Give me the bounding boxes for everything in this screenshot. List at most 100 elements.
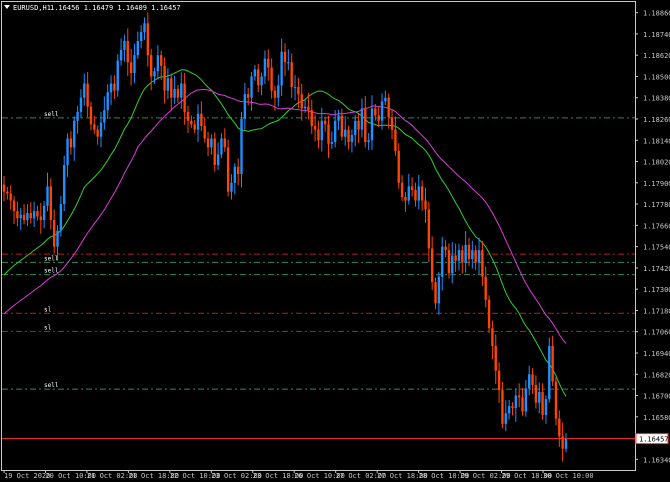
candle — [367, 133, 370, 151]
candle-body — [444, 246, 447, 251]
candle-body — [123, 41, 126, 50]
candle-body — [2, 184, 6, 192]
candle — [548, 337, 551, 403]
candle-body — [364, 108, 367, 143]
candle — [481, 241, 484, 286]
candle-body — [447, 250, 451, 274]
chevron-down-icon[interactable] — [4, 5, 10, 9]
candle — [230, 174, 233, 200]
candle — [491, 320, 494, 360]
candle — [76, 105, 79, 134]
candle-body — [544, 399, 548, 416]
candle — [226, 139, 230, 197]
candle — [96, 125, 99, 145]
candle-body — [49, 186, 53, 221]
candle-body — [273, 90, 277, 98]
price-tick-label: 1.17660 — [643, 222, 670, 230]
candle-body — [414, 189, 417, 201]
candle — [49, 178, 53, 230]
candle — [19, 208, 22, 231]
candle — [109, 75, 113, 105]
candle — [113, 75, 116, 99]
time-tick-label: 19 Oct 2020 — [4, 472, 50, 480]
chart-window[interactable]: sell sell sell sl sl sell 1.16457 1.18860 1.18… — [0, 0, 670, 482]
candle — [313, 114, 317, 142]
chart-canvas[interactable]: sellsellsellslslsell 1.16457 1.188601.18… — [0, 0, 670, 482]
candle — [300, 83, 303, 121]
candle — [377, 106, 380, 127]
candle — [487, 295, 491, 334]
candle-body — [558, 418, 561, 437]
candle-body — [461, 250, 464, 263]
candle-body — [330, 142, 334, 144]
candle-body — [16, 211, 19, 219]
time-axis: 19 Oct 202020 Oct 10:0021 Oct 02:0021 Oc… — [3, 470, 594, 480]
ma-fast-line[interactable] — [3, 69, 567, 397]
candle-body — [99, 122, 103, 137]
candle-body — [347, 129, 350, 143]
candle — [524, 379, 528, 417]
candle-body — [340, 115, 344, 137]
candle — [354, 114, 357, 147]
candle — [504, 400, 507, 432]
candle-body — [471, 250, 474, 260]
candle — [538, 382, 541, 414]
candle-body — [139, 32, 143, 41]
candle — [196, 104, 200, 143]
candle-body — [26, 212, 29, 221]
candle — [283, 43, 287, 77]
candle — [180, 72, 183, 109]
candle-body — [203, 126, 206, 139]
candle-body — [350, 134, 354, 143]
candle — [119, 38, 123, 66]
candle — [444, 240, 447, 258]
candle — [507, 399, 511, 420]
candle — [464, 231, 467, 273]
candle — [136, 31, 140, 59]
candle-body — [437, 276, 441, 304]
candle — [270, 58, 273, 99]
candle-body — [360, 108, 364, 130]
candle-body — [541, 392, 544, 416]
candle-body — [407, 186, 410, 201]
candle-body — [170, 78, 173, 98]
candle-body — [451, 255, 454, 274]
candle-body — [387, 97, 390, 118]
candle — [454, 243, 457, 272]
candle — [126, 28, 129, 77]
candle — [387, 93, 390, 129]
candle — [337, 109, 340, 130]
candle — [561, 422, 564, 462]
candle-body — [160, 55, 163, 66]
candle-body — [384, 97, 387, 102]
candle — [323, 116, 327, 132]
candle — [220, 133, 223, 159]
candle-body — [66, 138, 69, 166]
price-tick-label: 1.17540 — [643, 244, 670, 252]
candle-body — [86, 83, 89, 107]
candle-body — [333, 120, 337, 143]
time-tick-label: 30 Oct 10:00 — [543, 472, 594, 480]
candle — [236, 158, 240, 186]
candle — [139, 25, 143, 49]
candle — [471, 240, 474, 269]
candle-body — [464, 244, 467, 263]
candle — [484, 266, 487, 308]
candle — [497, 362, 501, 403]
candle — [29, 202, 32, 224]
ma-slow-line[interactable] — [3, 88, 567, 344]
price-tick-label: 1.17420 — [643, 265, 670, 273]
candle — [250, 72, 253, 111]
candle-body — [344, 129, 347, 137]
candle — [73, 116, 76, 161]
price-tick-label: 1.18020 — [643, 159, 670, 167]
candle — [183, 72, 186, 125]
price-tick-label: 1.17780 — [643, 201, 670, 209]
candle — [404, 192, 407, 212]
candle-body — [143, 23, 146, 33]
price-tick-label: 1.18140 — [643, 137, 670, 145]
candle — [310, 99, 313, 134]
candle — [390, 108, 394, 140]
candle — [133, 43, 136, 84]
candle — [16, 201, 19, 227]
